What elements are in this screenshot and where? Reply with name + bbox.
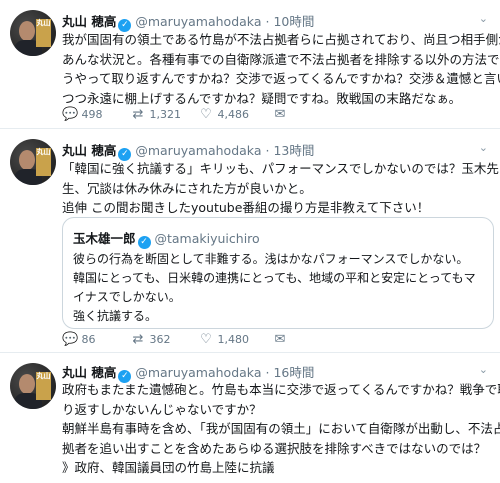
like-count: 1,480 <box>217 333 250 346</box>
chevron-down-icon[interactable]: ⌄ <box>479 141 488 154</box>
tweet-text-line: 我が国固有の領土である竹島が不法占拠者らに占拠されており、尚且つ相手側が <box>62 32 500 47</box>
avatar-face <box>19 374 35 394</box>
quoted-display-name: 玉木雄一郎 <box>73 231 136 246</box>
like-count: 4,486 <box>217 108 250 121</box>
separator: · <box>265 143 270 158</box>
avatar[interactable]: 丸山 <box>10 363 56 409</box>
retweet-icon: ⇄ <box>132 332 144 347</box>
quoted-text-line: 彼らの行為を断固として非難する。浅はかなパフォーマンスでしかない。 <box>73 252 469 266</box>
reply-button[interactable]: 💬 498 <box>62 107 103 122</box>
avatar-face <box>19 21 35 41</box>
reply-button[interactable]: 💬 86 <box>62 332 96 347</box>
tweet-text-line: 拠者を追い出すことを含めたあらゆる選択肢を排除すべきではないのでは？ <box>62 440 487 456</box>
avatar-face <box>19 150 35 170</box>
tweet-text: 政府もまたまた遺憾砲と。竹島も本当に交渉で返ってくるんですかね？戦争で取 り返す… <box>62 380 500 478</box>
tweet[interactable]: 丸山 丸山 穂高 ✓ @maruyamahodaka · 13時間 ⌄ 「韓国に強… <box>0 129 500 353</box>
retweet-button[interactable]: ⇄ 1,321 <box>130 107 181 122</box>
heart-icon: ♡ <box>200 107 212 122</box>
reply-count: 498 <box>81 108 103 121</box>
display-name[interactable]: 丸山 穂高 <box>62 365 116 380</box>
tweet-text-line: あんな状況と。各種有事での自衛隊派遣で不法占拠者を排除する以外の方法でど <box>62 51 500 67</box>
handle[interactable]: @maruyamahodaka <box>135 143 261 158</box>
handle[interactable]: @maruyamahodaka <box>135 365 261 380</box>
display-name[interactable]: 丸山 穂高 <box>62 14 116 29</box>
tweet[interactable]: 丸山 丸山 穂高 ✓ @maruyamahodaka · 16時間 ⌄ 政府もまた… <box>0 353 500 483</box>
tweet-header: 丸山 穂高 ✓ @maruyamahodaka · 13時間 <box>62 140 314 161</box>
tweet-text-line: つつ永遠に棚上げするんですかね？疑問ですね。敗戦国の末路だなぁ。 <box>62 90 462 106</box>
avatar-name-plate: 丸山 <box>36 372 51 400</box>
retweet-count: 362 <box>149 333 171 346</box>
quoted-tweet-text: 彼らの行為を断固として非難する。浅はかなパフォーマンスでしかない。 韓国にとって… <box>73 250 481 326</box>
timestamp[interactable]: 10時間 <box>273 14 314 29</box>
reply-icon: 💬 <box>62 332 79 347</box>
avatar[interactable]: 丸山 <box>10 10 56 56</box>
tweet-text-line: 朝鮮半島有事時を含め、「我が国固有の領土」において自衛隊が出動し、不法占 <box>62 421 500 436</box>
tweet-text: 「韓国に強く抗議する」キリッも、パフォーマンスでしかないのでは？玉木先 生、冗談… <box>62 159 499 218</box>
quoted-text-line: 韓国にとっても、日米韓の連携にとっても、地域の平和と安定にとってもマ <box>73 271 476 285</box>
timestamp[interactable]: 13時間 <box>273 143 314 158</box>
quoted-text-line: 強く抗議する。 <box>73 309 158 323</box>
quoted-tweet-header: 玉木雄一郎 ✓ @tamakiyuichiro <box>73 228 260 249</box>
heart-icon: ♡ <box>200 332 212 347</box>
chevron-down-icon[interactable]: ⌄ <box>479 12 488 25</box>
display-name[interactable]: 丸山 穂高 <box>62 143 116 158</box>
tweet-header: 丸山 穂高 ✓ @maruyamahodaka · 10時間 <box>62 11 314 32</box>
avatar-name-plate: 丸山 <box>36 19 51 47</box>
retweet-icon: ⇄ <box>132 107 144 122</box>
reply-icon: 💬 <box>62 107 79 122</box>
tweet-text: 我が国固有の領土である竹島が不法占拠者らに占拠されており、尚且つ相手側が あんな… <box>62 30 500 108</box>
verified-badge-icon: ✓ <box>137 236 151 249</box>
mail-icon: ✉ <box>274 332 286 347</box>
quoted-handle: @tamakiyuichiro <box>154 231 260 246</box>
tweet-text-line: 政府もまたまた遺憾砲と。竹島も本当に交渉で返ってくるんですかね？戦争で取 <box>62 382 500 397</box>
retweet-button[interactable]: ⇄ 362 <box>130 332 171 347</box>
tweet-header: 丸山 穂高 ✓ @maruyamahodaka · 16時間 <box>62 362 314 383</box>
mail-icon: ✉ <box>274 107 286 122</box>
avatar[interactable]: 丸山 <box>10 139 56 185</box>
timestamp[interactable]: 16時間 <box>273 365 314 380</box>
direct-message-button[interactable]: ✉ <box>272 107 288 122</box>
tweet-text-line: うやって取り返すんですかね？交渉で返ってくるんですかね？交渉＆遺憾と言い <box>62 71 500 86</box>
tweet-text-line: り返すしかないんじゃないですか？ <box>62 401 262 417</box>
separator: · <box>265 14 270 29</box>
quoted-tweet[interactable]: 玉木雄一郎 ✓ @tamakiyuichiro 彼らの行為を断固として非難する。浅… <box>62 217 494 329</box>
tweet-text-line: 「韓国に強く抗議する」キリッも、パフォーマンスでしかないのでは？玉木先 <box>62 161 499 176</box>
chevron-down-icon[interactable]: ⌄ <box>479 363 488 376</box>
tweet-text-line: 追伸 この間お聞きしたyoutube番組の撮り方是非教えて下さい！ <box>62 200 430 215</box>
quoted-text-line: イナスでしかない。 <box>73 290 181 304</box>
separator: · <box>265 365 270 380</box>
tweet-text-line: 生、冗談は休み休みにされた方が良いかと。 <box>62 180 312 196</box>
reply-count: 86 <box>81 333 96 346</box>
handle[interactable]: @maruyamahodaka <box>135 14 261 29</box>
direct-message-button[interactable]: ✉ <box>272 332 288 347</box>
timeline: 丸山 丸山 穂高 ✓ @maruyamahodaka · 10時間 ⌄ 我が国固有… <box>0 0 500 483</box>
tweet[interactable]: 丸山 丸山 穂高 ✓ @maruyamahodaka · 10時間 ⌄ 我が国固有… <box>0 0 500 129</box>
like-button[interactable]: ♡ 1,480 <box>198 332 249 347</box>
retweet-count: 1,321 <box>149 108 182 121</box>
avatar-name-plate: 丸山 <box>36 148 51 176</box>
like-button[interactable]: ♡ 4,486 <box>198 107 249 122</box>
tweet-text-line: 》政府、韓国議員団の竹島上陸に抗議 <box>62 460 275 475</box>
